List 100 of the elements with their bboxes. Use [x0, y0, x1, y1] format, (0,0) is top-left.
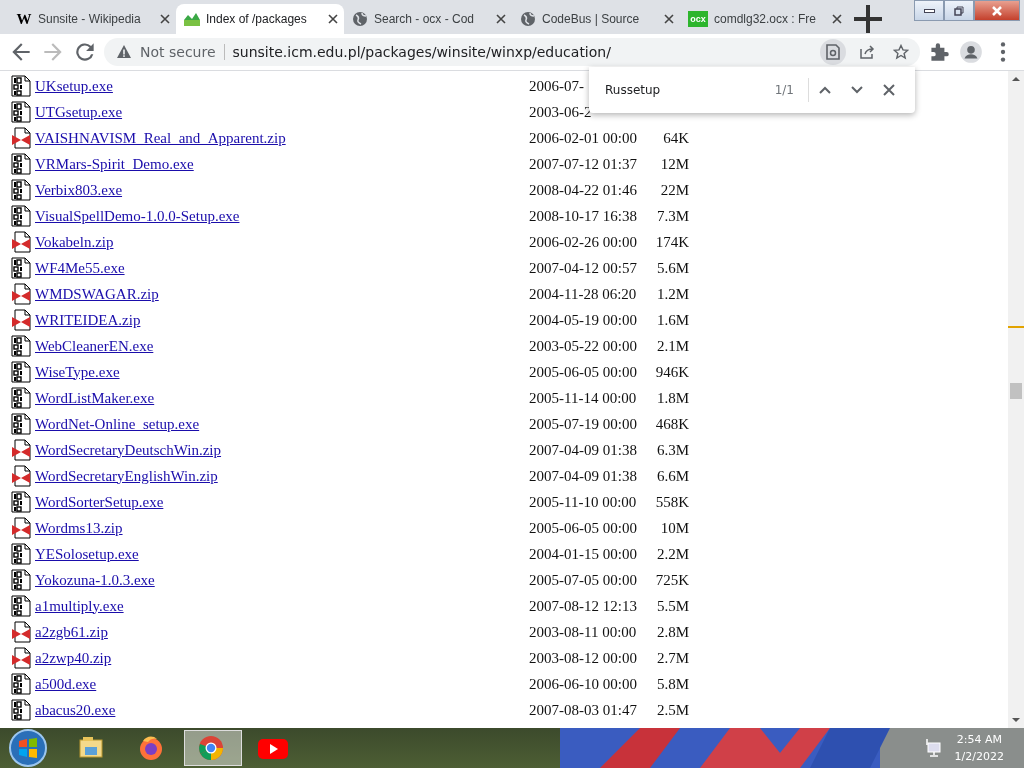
- binary-file-icon: [11, 699, 31, 721]
- start-button[interactable]: [8, 728, 48, 768]
- next-icon[interactable]: [850, 85, 864, 95]
- security-label[interactable]: Not secure: [140, 44, 225, 60]
- file-link[interactable]: YESolosetup.exe: [35, 545, 529, 563]
- modified-date: 2007-04-09 01:38: [529, 467, 637, 485]
- scroll-thumb[interactable]: [1010, 383, 1022, 399]
- file-size: 7.3M: [656, 207, 689, 225]
- modified-date: 2003-08-12 00:00: [529, 649, 637, 667]
- compressed-file-icon: [11, 465, 31, 487]
- address-bar[interactable]: Not secure sunsite.icm.edu.pl/packages/winsite/winxp/education/: [104, 38, 920, 66]
- file-link[interactable]: WordListMaker.exe: [35, 389, 529, 407]
- profile-icon[interactable]: [958, 39, 984, 65]
- url-text[interactable]: sunsite.icm.edu.pl/packages/winsite/winxp/education/: [232, 44, 812, 60]
- browser-tab[interactable]: W Sunsite - Wikipedia: [8, 4, 176, 34]
- modified-date: 2007-04-12 00:57: [529, 259, 637, 277]
- compressed-file-icon: [11, 283, 31, 305]
- binary-file-icon: [11, 673, 31, 695]
- modified-date: 2003-05-22 00:00: [529, 337, 637, 355]
- file-link[interactable]: VisualSpellDemo-1.0.0-Setup.exe: [35, 207, 529, 225]
- file-link[interactable]: UKsetup.exe: [35, 77, 529, 95]
- file-link[interactable]: WordSecretaryEnglishWin.zip: [35, 467, 529, 485]
- file-link[interactable]: WordSecretaryDeutschWin.zip: [35, 441, 529, 459]
- file-link[interactable]: UTGsetup.exe: [35, 103, 529, 121]
- modified-date: 2007-08-12 12:13: [529, 597, 637, 615]
- file-link[interactable]: Verbix803.exe: [35, 181, 529, 199]
- file-size: 12M: [660, 155, 689, 173]
- restore-icon: [954, 5, 964, 16]
- close-icon[interactable]: [328, 14, 338, 24]
- file-link[interactable]: VRMars-Spirit_Demo.exe: [35, 155, 529, 173]
- find-match-marker: [1008, 326, 1024, 328]
- file-size: 1.8M: [656, 389, 689, 407]
- modified-date: 2006-06-10 00:00: [529, 675, 637, 693]
- close-icon[interactable]: [160, 14, 170, 24]
- file-size: 2.7M: [656, 649, 689, 667]
- file-link[interactable]: a2zgb61.zip: [35, 623, 529, 641]
- file-link[interactable]: WiseType.exe: [35, 363, 529, 381]
- modified-date: 2004-01-15 00:00: [529, 545, 637, 563]
- close-icon[interactable]: [664, 14, 674, 24]
- warning-icon: [116, 44, 132, 60]
- binary-file-icon: [11, 569, 31, 591]
- match-count: 1/1: [774, 78, 809, 102]
- browser-tab[interactable]: ocx comdlg32.ocx : Fre: [680, 4, 848, 34]
- file-link[interactable]: VAISHNAVISM_Real_and_Apparent.zip: [35, 129, 529, 147]
- modified-date: 2007-08-03 01:47: [529, 701, 637, 719]
- modified-date: 2006-02-26 00:00: [529, 233, 637, 251]
- site-logo: W: [16, 11, 32, 27]
- binary-file-icon: [11, 413, 31, 435]
- modified-date: 2004-05-19 00:00: [529, 311, 637, 329]
- binary-file-icon: [11, 205, 31, 227]
- close-icon[interactable]: [496, 14, 506, 24]
- find-query[interactable]: Russetup: [605, 83, 775, 97]
- close-button[interactable]: [974, 0, 1020, 21]
- file-link[interactable]: Vokabeln.zip: [35, 233, 529, 251]
- compressed-file-icon: [11, 127, 31, 149]
- modified-date: 2005-11-10 00:00: [529, 493, 637, 511]
- browser-tab[interactable]: Search - ocx - Cod: [344, 4, 512, 34]
- file-link[interactable]: WordSorterSetup.exe: [35, 493, 529, 511]
- file-link[interactable]: WMDSWAGAR.zip: [35, 285, 529, 303]
- file-link[interactable]: WebCleanerEN.exe: [35, 337, 529, 355]
- file-link[interactable]: a2zwp40.zip: [35, 649, 529, 667]
- previous-icon[interactable]: [818, 85, 832, 95]
- file-size: 2.5M: [656, 701, 689, 719]
- modified-date: 2006-02-01 00:00: [529, 129, 637, 147]
- file-size: 725K: [655, 571, 689, 589]
- compressed-file-icon: [11, 309, 31, 331]
- binary-file-icon: [11, 75, 31, 97]
- file-link[interactable]: Yokozuna-1.0.3.exe: [35, 571, 529, 589]
- file-size: 5.8M: [656, 675, 689, 693]
- taskbar-button[interactable]: [184, 730, 242, 766]
- close-icon[interactable]: [883, 84, 895, 96]
- file-link[interactable]: WRITEIDEA.zip: [35, 311, 529, 329]
- file-size: 6.6M: [656, 467, 689, 485]
- file-size: 946K: [655, 363, 689, 381]
- compressed-file-icon: [11, 439, 31, 461]
- file-link[interactable]: WF4Me55.exe: [35, 259, 529, 277]
- browser-tab[interactable]: Index of /packages: [176, 4, 344, 34]
- binary-file-icon: [11, 153, 31, 175]
- modified-date: 2007-07-12 01:37: [529, 155, 637, 173]
- modified-date: 2005-06-05 00:00: [529, 363, 637, 381]
- file-link[interactable]: abacus20.exe: [35, 701, 529, 719]
- file-size: 2.2M: [656, 545, 689, 563]
- restore-button[interactable]: [944, 0, 974, 21]
- file-link[interactable]: a500d.exe: [35, 675, 529, 693]
- file-size: 22M: [660, 181, 689, 199]
- modified-date: 2005-07-05 00:00: [529, 571, 637, 589]
- file-link[interactable]: a1multiply.exe: [35, 597, 529, 615]
- browser-tab[interactable]: CodeBus | Source: [512, 4, 680, 34]
- new-tab-icon[interactable]: [854, 5, 882, 33]
- find-page-icon[interactable]: [820, 39, 846, 65]
- minimize-button[interactable]: [914, 0, 944, 21]
- binary-file-icon: [11, 335, 31, 357]
- file-link[interactable]: WordNet-Online_setup.exe: [35, 415, 529, 433]
- scrollbar[interactable]: [1008, 71, 1024, 728]
- file-size: 5.6M: [656, 259, 689, 277]
- close-icon[interactable]: [832, 14, 842, 24]
- file-size: 2.1M: [656, 337, 689, 355]
- binary-file-icon: [11, 387, 31, 409]
- modified-date: 2007-04-09 01:38: [529, 441, 637, 459]
- file-link[interactable]: Wordms13.zip: [35, 519, 529, 537]
